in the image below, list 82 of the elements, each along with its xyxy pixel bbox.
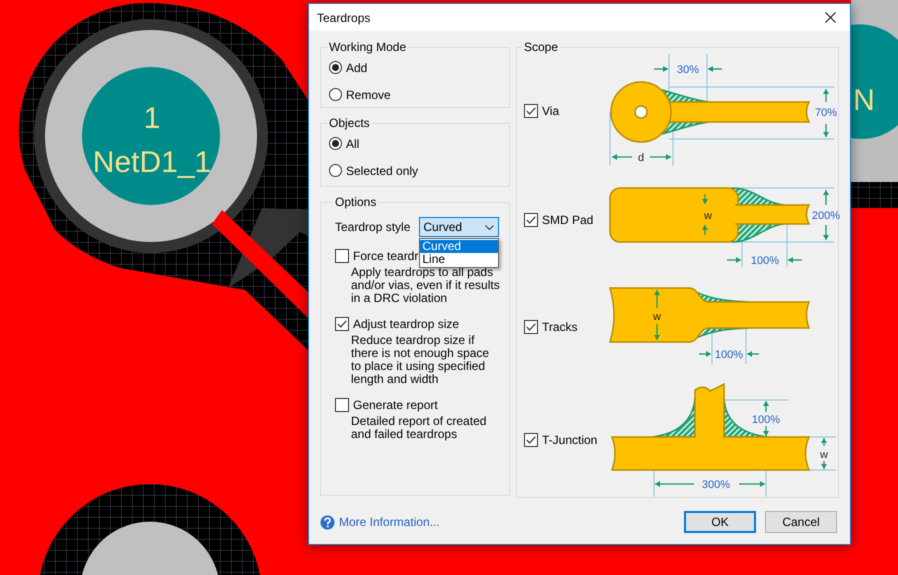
checkbox-label[interactable]: Adjust teardrop size xyxy=(353,317,460,331)
chevron-icon xyxy=(485,224,494,230)
dialog-button[interactable]: OK xyxy=(684,511,756,533)
clearance-area xyxy=(851,182,898,208)
help-icon xyxy=(320,514,335,530)
group-title: Scope xyxy=(523,40,560,54)
checkbox[interactable] xyxy=(524,320,538,334)
checkbox[interactable] xyxy=(335,398,349,412)
dimension-arrow-icon xyxy=(654,66,668,72)
dimension-label: w xyxy=(653,311,661,323)
radio-label[interactable]: Remove xyxy=(346,88,391,102)
dimension-label: 100% xyxy=(714,349,744,361)
group-title: Options xyxy=(334,195,378,209)
more-information-link[interactable]: More Information... xyxy=(339,515,440,529)
dimension-arrow-icon xyxy=(823,225,829,240)
option-description: Detailed report of created and failed teardrops xyxy=(351,415,488,441)
checkbox[interactable] xyxy=(335,249,349,263)
dimension-label: 70% xyxy=(814,107,838,119)
dimension-arrow-icon xyxy=(821,461,827,469)
dimension-label: w xyxy=(704,210,712,222)
radio-button[interactable] xyxy=(329,137,342,150)
dimension-label: 30% xyxy=(676,64,700,76)
dimension-arrow-icon xyxy=(823,190,829,205)
radio-button[interactable] xyxy=(329,88,342,101)
checkbox-label[interactable]: Via xyxy=(542,104,560,118)
dimension-label: 100% xyxy=(752,414,780,426)
dialog-button[interactable]: Cancel xyxy=(765,511,837,533)
dimension-arrow-icon xyxy=(763,401,769,412)
checkbox-label[interactable]: Generate report xyxy=(353,398,438,412)
dimension-arrow-icon xyxy=(699,351,711,357)
checkbox[interactable] xyxy=(524,212,538,226)
dimension-lines xyxy=(712,328,746,364)
checkbox[interactable] xyxy=(335,317,349,331)
group-title: Objects xyxy=(328,116,371,130)
dimension-arrow-icon xyxy=(708,66,722,72)
dimension-label: 100% xyxy=(750,255,780,267)
dimension-arrow-icon xyxy=(823,124,829,137)
checkbox-label[interactable]: Tracks xyxy=(542,320,578,334)
dimension-arrow-icon xyxy=(763,426,769,436)
pad-number: 1 xyxy=(144,102,160,135)
check-icon xyxy=(526,323,536,331)
dimension-arrow-icon xyxy=(823,89,829,102)
check-icon xyxy=(526,216,536,224)
group-title: Working Mode xyxy=(328,40,408,54)
radio-label[interactable]: All xyxy=(346,136,360,150)
dimension-arrow-icon xyxy=(612,154,632,160)
dimension-arrow-icon xyxy=(655,481,694,487)
check-icon xyxy=(526,436,536,444)
net-label: NetD1_1 xyxy=(92,146,212,179)
checkbox[interactable] xyxy=(524,104,538,118)
checkbox[interactable] xyxy=(524,432,538,446)
radio-label[interactable]: Add xyxy=(346,60,368,74)
checkbox-label[interactable]: SMD Pad xyxy=(542,212,594,226)
checkbox-label[interactable]: Force teardr xyxy=(353,249,418,263)
option-description: Apply teardrops to all pads and/or vias, even if it results in a DRC violation xyxy=(351,266,501,305)
dimension-label: d xyxy=(638,152,644,164)
dimension-arrow-icon xyxy=(702,225,708,235)
dimension-arrow-icon xyxy=(727,257,741,263)
dimension-label: 300% xyxy=(702,479,730,491)
dimension-arrow-icon xyxy=(654,290,660,308)
check-icon xyxy=(337,320,347,328)
dimension-arrow-icon xyxy=(654,324,660,340)
dimension-arrow-icon xyxy=(650,154,671,160)
window-title: Teardrops xyxy=(317,10,370,24)
checkbox-label[interactable]: T-Junction xyxy=(542,432,598,446)
field-label: Teardrop style xyxy=(335,220,410,234)
radio-button[interactable] xyxy=(329,164,342,177)
dropdown-option[interactable]: Line xyxy=(420,253,498,266)
net-label: N xyxy=(853,84,875,117)
dimension-arrow-icon xyxy=(788,257,802,263)
dimension-arrow-icon xyxy=(702,194,708,204)
radio-label[interactable]: Selected only xyxy=(346,164,418,178)
option-description: Reduce teardrop size if there is not enough space to place it using specified length and width xyxy=(351,334,490,386)
dimension-arrow-icon xyxy=(821,438,827,446)
dimension-label: 200% xyxy=(812,210,840,222)
radio-button[interactable] xyxy=(329,61,342,74)
close-icon xyxy=(824,12,836,23)
check-icon xyxy=(526,106,536,114)
dimension-label: w xyxy=(820,449,828,461)
dimension-arrow-icon xyxy=(747,351,759,357)
dropdown-option[interactable]: Curved xyxy=(420,240,498,253)
dimension-arrow-icon xyxy=(739,481,765,487)
